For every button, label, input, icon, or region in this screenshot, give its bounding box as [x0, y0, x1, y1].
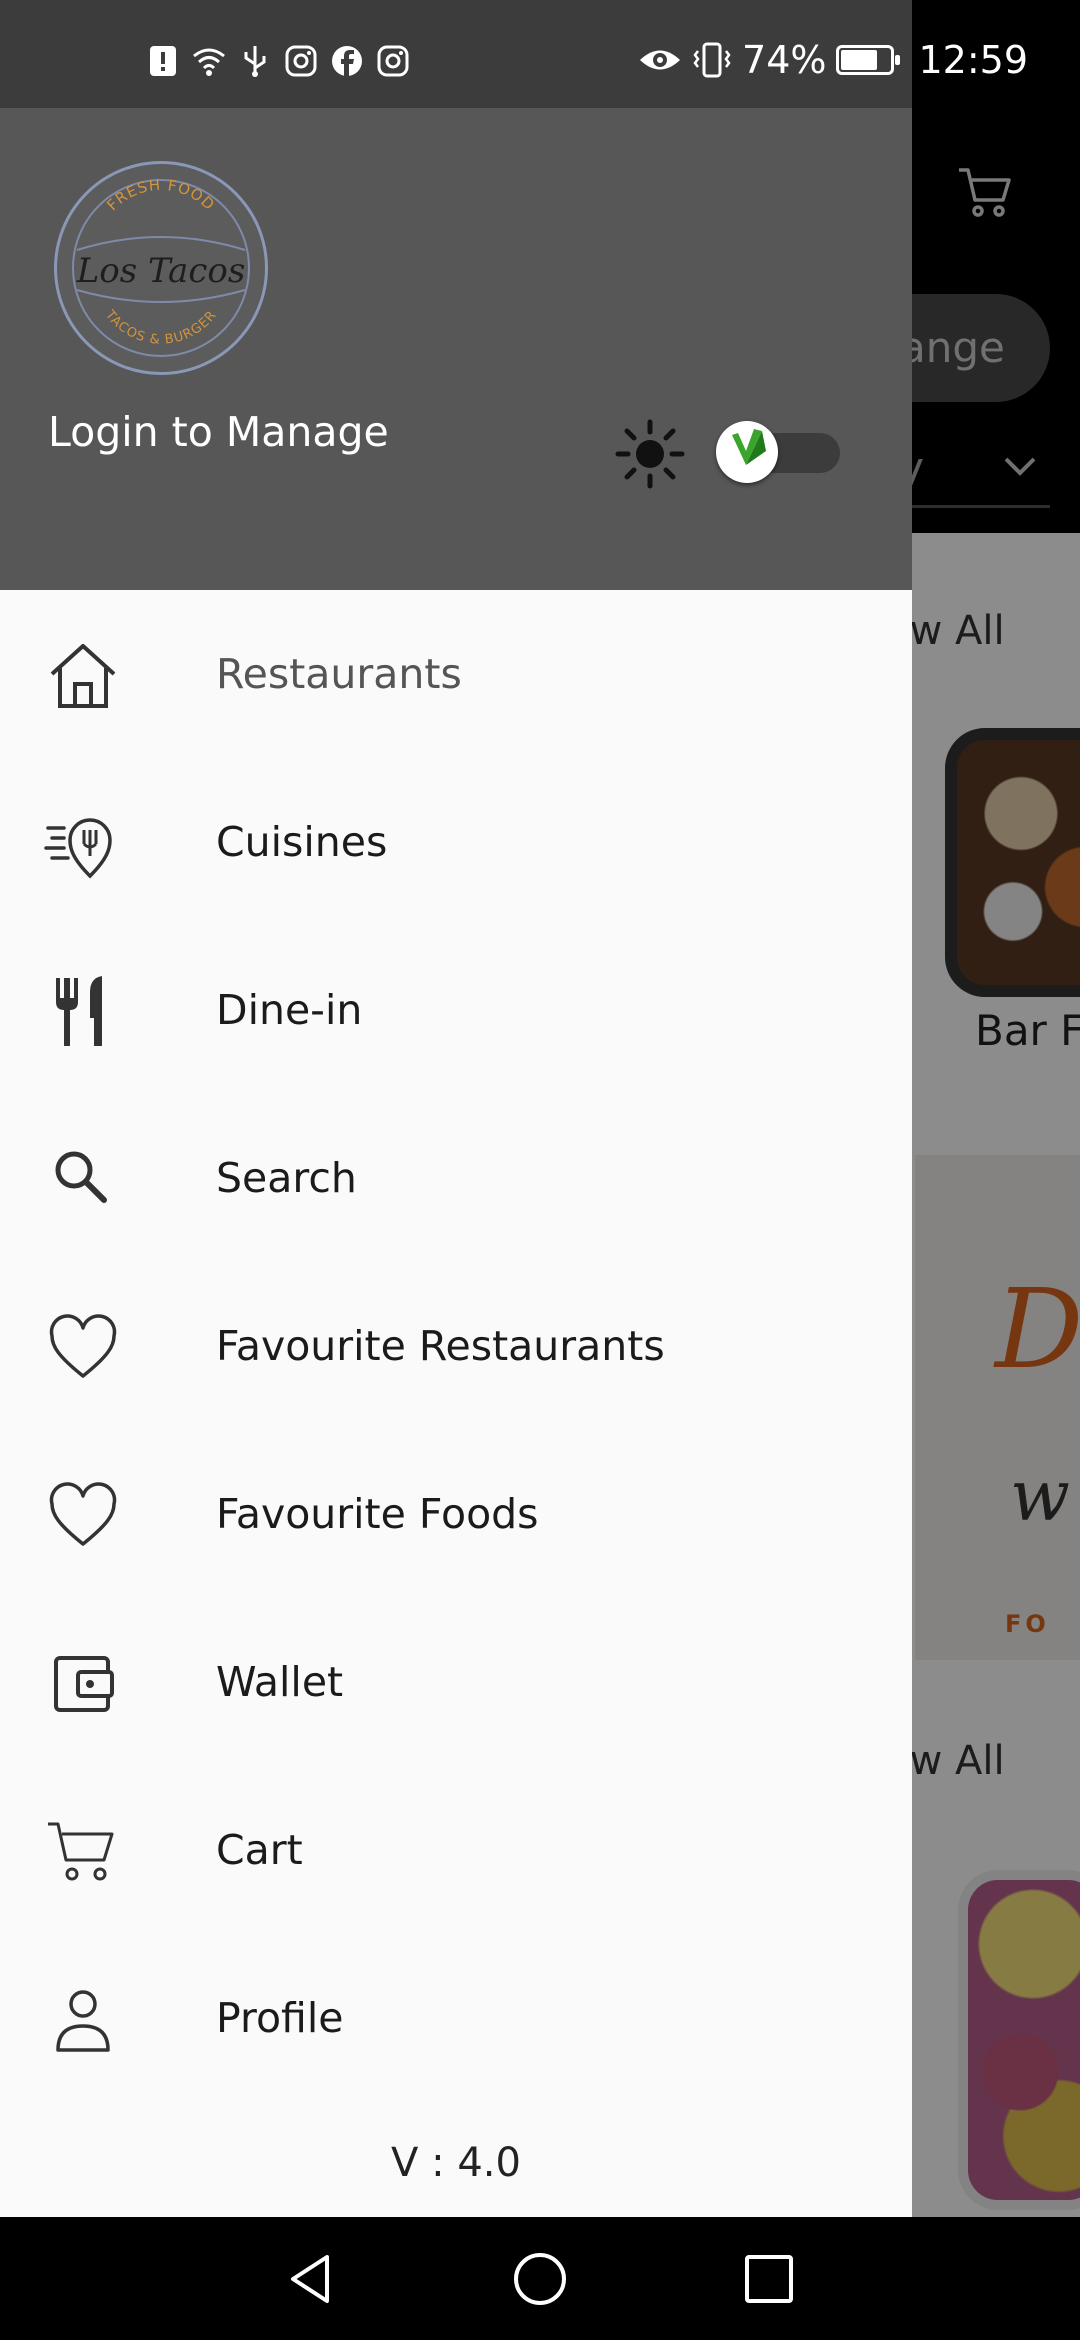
svg-text:TACOS & BURGER: TACOS & BURGER [101, 307, 220, 348]
menu-item-search[interactable]: Search [0, 1094, 912, 1262]
menu-label: Favourite Foods [216, 1490, 539, 1538]
back-triangle-icon[interactable] [283, 2251, 339, 2307]
system-nav-bar [0, 2217, 1080, 2340]
facebook-icon [332, 46, 362, 76]
toggle-thumb [716, 421, 778, 483]
menu-label: Dine-in [216, 986, 363, 1034]
home-icon [50, 644, 116, 708]
sun-icon [615, 419, 685, 489]
menu-item-cart[interactable]: Cart [0, 1766, 912, 1934]
logo-top-text: FRESH FOOD [103, 176, 217, 214]
menu-label: Restaurants [216, 650, 462, 698]
login-to-manage-link[interactable]: Login to Manage [48, 408, 389, 456]
menu-item-profile[interactable]: Profile [0, 1934, 912, 2102]
restaurant-logo: FRESH FOOD Los Tacos TACOS & BURGER [54, 161, 268, 375]
logo-bottom-text: TACOS & BURGER [101, 307, 219, 348]
vibrate-icon [693, 42, 731, 78]
menu-label: Profile [216, 1994, 344, 2042]
menu-item-favourite-foods[interactable]: Favourite Foods [0, 1430, 912, 1598]
menu-item-favourite-restaurants[interactable]: Favourite Restaurants [0, 1262, 912, 1430]
menu-label: Cart [216, 1826, 303, 1874]
recents-square-icon[interactable] [741, 2251, 797, 2307]
navigation-drawer: FRESH FOOD Los Tacos TACOS & BURGER Logi… [0, 0, 912, 2217]
logo-main-text: Los Tacos [76, 251, 246, 291]
menu-item-cuisines[interactable]: Cuisines [0, 758, 912, 926]
wallet-icon [54, 1656, 114, 1712]
home-circle-icon[interactable] [512, 2251, 568, 2307]
heart-icon [49, 1314, 117, 1378]
wifi-icon [193, 48, 225, 76]
menu-label: Favourite Restaurants [216, 1322, 665, 1370]
battery-icon [836, 45, 901, 75]
theme-toggle[interactable] [716, 421, 840, 483]
battery-fill [841, 50, 878, 70]
cuisine-location-icon [44, 818, 112, 879]
battery-percent: 74% [742, 38, 827, 82]
cart-icon [48, 1822, 114, 1881]
usb-icon [244, 46, 266, 77]
app-version: V : 4.0 [391, 2140, 521, 2186]
fork-knife-icon [56, 976, 102, 1046]
person-icon [56, 1990, 110, 2052]
instagram-icon [285, 45, 317, 77]
eye-icon [640, 50, 681, 70]
status-bar: 74% 12:59 [0, 0, 1080, 108]
heart-icon [49, 1482, 117, 1546]
search-icon [55, 1151, 107, 1203]
menu-item-dine-in[interactable]: Dine-in [0, 926, 912, 1094]
menu-label: Cuisines [216, 818, 388, 866]
menu-item-restaurants[interactable]: Restaurants [0, 590, 912, 758]
clock: 12:59 [918, 38, 1028, 82]
menu-label: Search [216, 1154, 357, 1202]
alert-icon [150, 46, 176, 76]
menu-item-wallet[interactable]: Wallet [0, 1598, 912, 1766]
instagram-icon [377, 45, 409, 77]
menu-label: Wallet [216, 1658, 344, 1706]
svg-text:FRESH FOOD: FRESH FOOD [103, 176, 218, 214]
